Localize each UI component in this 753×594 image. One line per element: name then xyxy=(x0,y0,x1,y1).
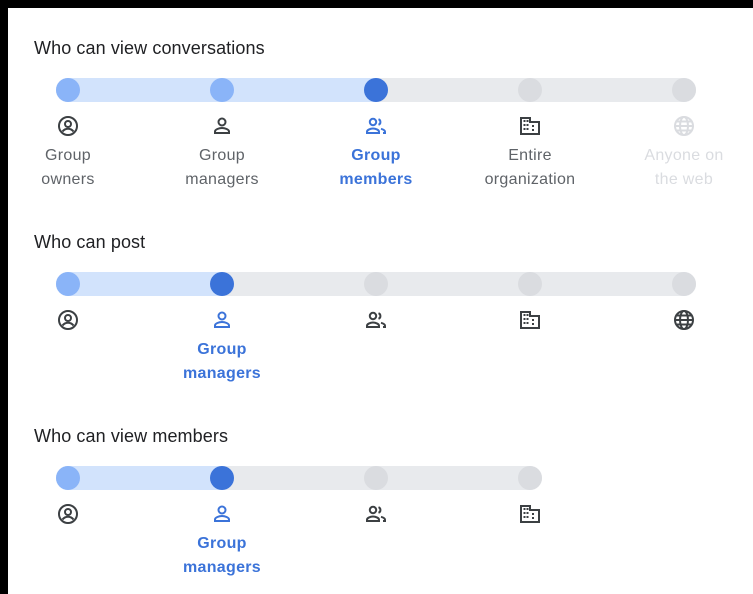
slider-stop-group-owners[interactable] xyxy=(56,272,80,296)
slider-track-fill xyxy=(56,272,234,296)
account-circle-icon xyxy=(56,114,80,138)
person-icon xyxy=(210,308,234,332)
slider-stop-entire-organization[interactable] xyxy=(518,466,542,490)
option-label: Anyone on the web xyxy=(644,147,724,188)
section-title: Who can view conversations xyxy=(34,38,265,58)
slider-track[interactable] xyxy=(56,466,542,490)
domain-icon xyxy=(518,502,542,526)
section-title: Who can view members xyxy=(34,426,229,446)
option-group-members[interactable] xyxy=(301,502,451,532)
domain-icon xyxy=(518,114,542,138)
people-icon xyxy=(364,502,388,526)
people-icon xyxy=(364,114,388,138)
slider-stop-group-members[interactable] xyxy=(364,466,388,490)
account-circle-icon xyxy=(56,502,80,526)
section-title: Who can post xyxy=(34,232,146,252)
option-label: Group managers xyxy=(183,341,261,382)
slider-stop-group-owners[interactable] xyxy=(56,466,80,490)
slider-stop-group-managers[interactable] xyxy=(210,466,234,490)
domain-icon xyxy=(518,308,542,332)
option-group-managers[interactable]: Group managers xyxy=(147,114,297,192)
slider-track-fill xyxy=(56,466,234,490)
slider-stop-group-members[interactable] xyxy=(364,78,388,102)
option-group-managers[interactable]: Group managers xyxy=(147,308,297,386)
slider-stop-entire-organization[interactable] xyxy=(518,78,542,102)
option-group-members[interactable] xyxy=(301,308,451,338)
globe-icon xyxy=(672,308,696,332)
people-icon xyxy=(364,308,388,332)
option-anyone-on-web[interactable] xyxy=(609,308,753,338)
slider-stop-entire-organization[interactable] xyxy=(518,272,542,296)
option-group-owners[interactable]: Group owners xyxy=(8,114,143,192)
option-label: Group members xyxy=(339,147,413,188)
option-group-members[interactable]: Group members xyxy=(301,114,451,192)
slider-stop-anyone-on-web[interactable] xyxy=(672,272,696,296)
slider-stop-group-members[interactable] xyxy=(364,272,388,296)
option-label: Group managers xyxy=(185,147,259,188)
option-entire-organization[interactable]: Entire organization xyxy=(455,114,605,192)
option-entire-organization[interactable] xyxy=(455,308,605,338)
group-settings-panel: Who can view conversations Group owners … xyxy=(8,8,753,594)
globe-icon xyxy=(672,114,696,138)
slider-stop-group-managers[interactable] xyxy=(210,272,234,296)
option-label: Entire organization xyxy=(484,147,576,188)
slider-stop-anyone-on-web xyxy=(672,78,696,102)
slider-stop-group-managers[interactable] xyxy=(210,78,234,102)
person-icon xyxy=(210,502,234,526)
option-anyone-on-web: Anyone on the web xyxy=(609,114,753,192)
option-label: Group owners xyxy=(41,147,95,188)
option-entire-organization[interactable] xyxy=(455,502,605,532)
option-group-owners[interactable] xyxy=(8,308,143,338)
slider-stop-group-owners[interactable] xyxy=(56,78,80,102)
person-icon xyxy=(210,114,234,138)
option-label: Group managers xyxy=(183,535,261,576)
option-group-managers[interactable]: Group managers xyxy=(147,502,297,580)
account-circle-icon xyxy=(56,308,80,332)
option-group-owners[interactable] xyxy=(8,502,143,532)
